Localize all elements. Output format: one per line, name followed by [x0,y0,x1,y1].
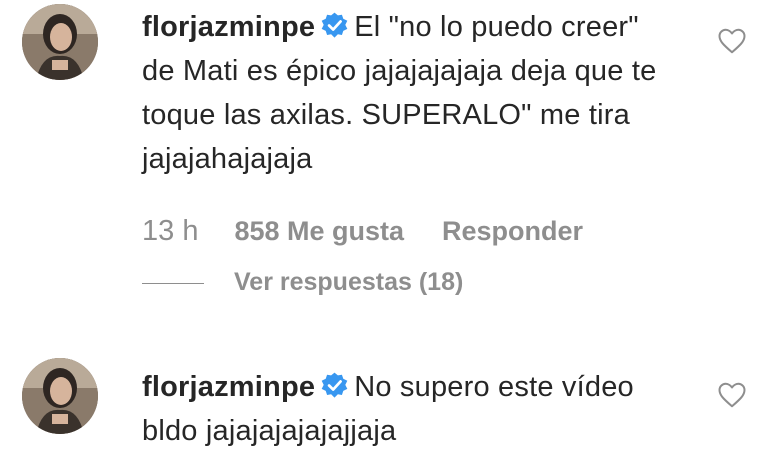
comment-text: florjazminpe El "no lo puedo creer" de Ma… [142,5,662,181]
avatar[interactable] [22,358,98,434]
heart-outline-icon[interactable] [717,26,747,56]
timestamp[interactable]: 13 h [142,215,198,248]
comment-text: florjazminpe No supero este vídeo bldo ja… [142,365,662,453]
comment: florjazminpe El "no lo puedo creer" de Ma… [0,0,767,310]
verified-badge-icon [321,12,348,38]
comment-meta: 13 h 858 Me gusta Responder [142,215,583,248]
verified-badge-icon [321,372,348,398]
comment: florjazminpe No supero este vídeo bldo ja… [0,350,767,463]
username-link[interactable]: florjazminpe [142,371,315,403]
avatar[interactable] [22,4,98,80]
view-replies-button[interactable]: Ver respuestas (18) [142,268,463,304]
like-count[interactable]: 858 Me gusta [234,216,404,247]
divider [142,282,204,284]
heart-outline-icon[interactable] [717,380,747,410]
view-replies-label: Ver respuestas (18) [234,268,464,296]
username-link[interactable]: florjazminpe [142,11,315,43]
reply-button[interactable]: Responder [442,216,583,247]
